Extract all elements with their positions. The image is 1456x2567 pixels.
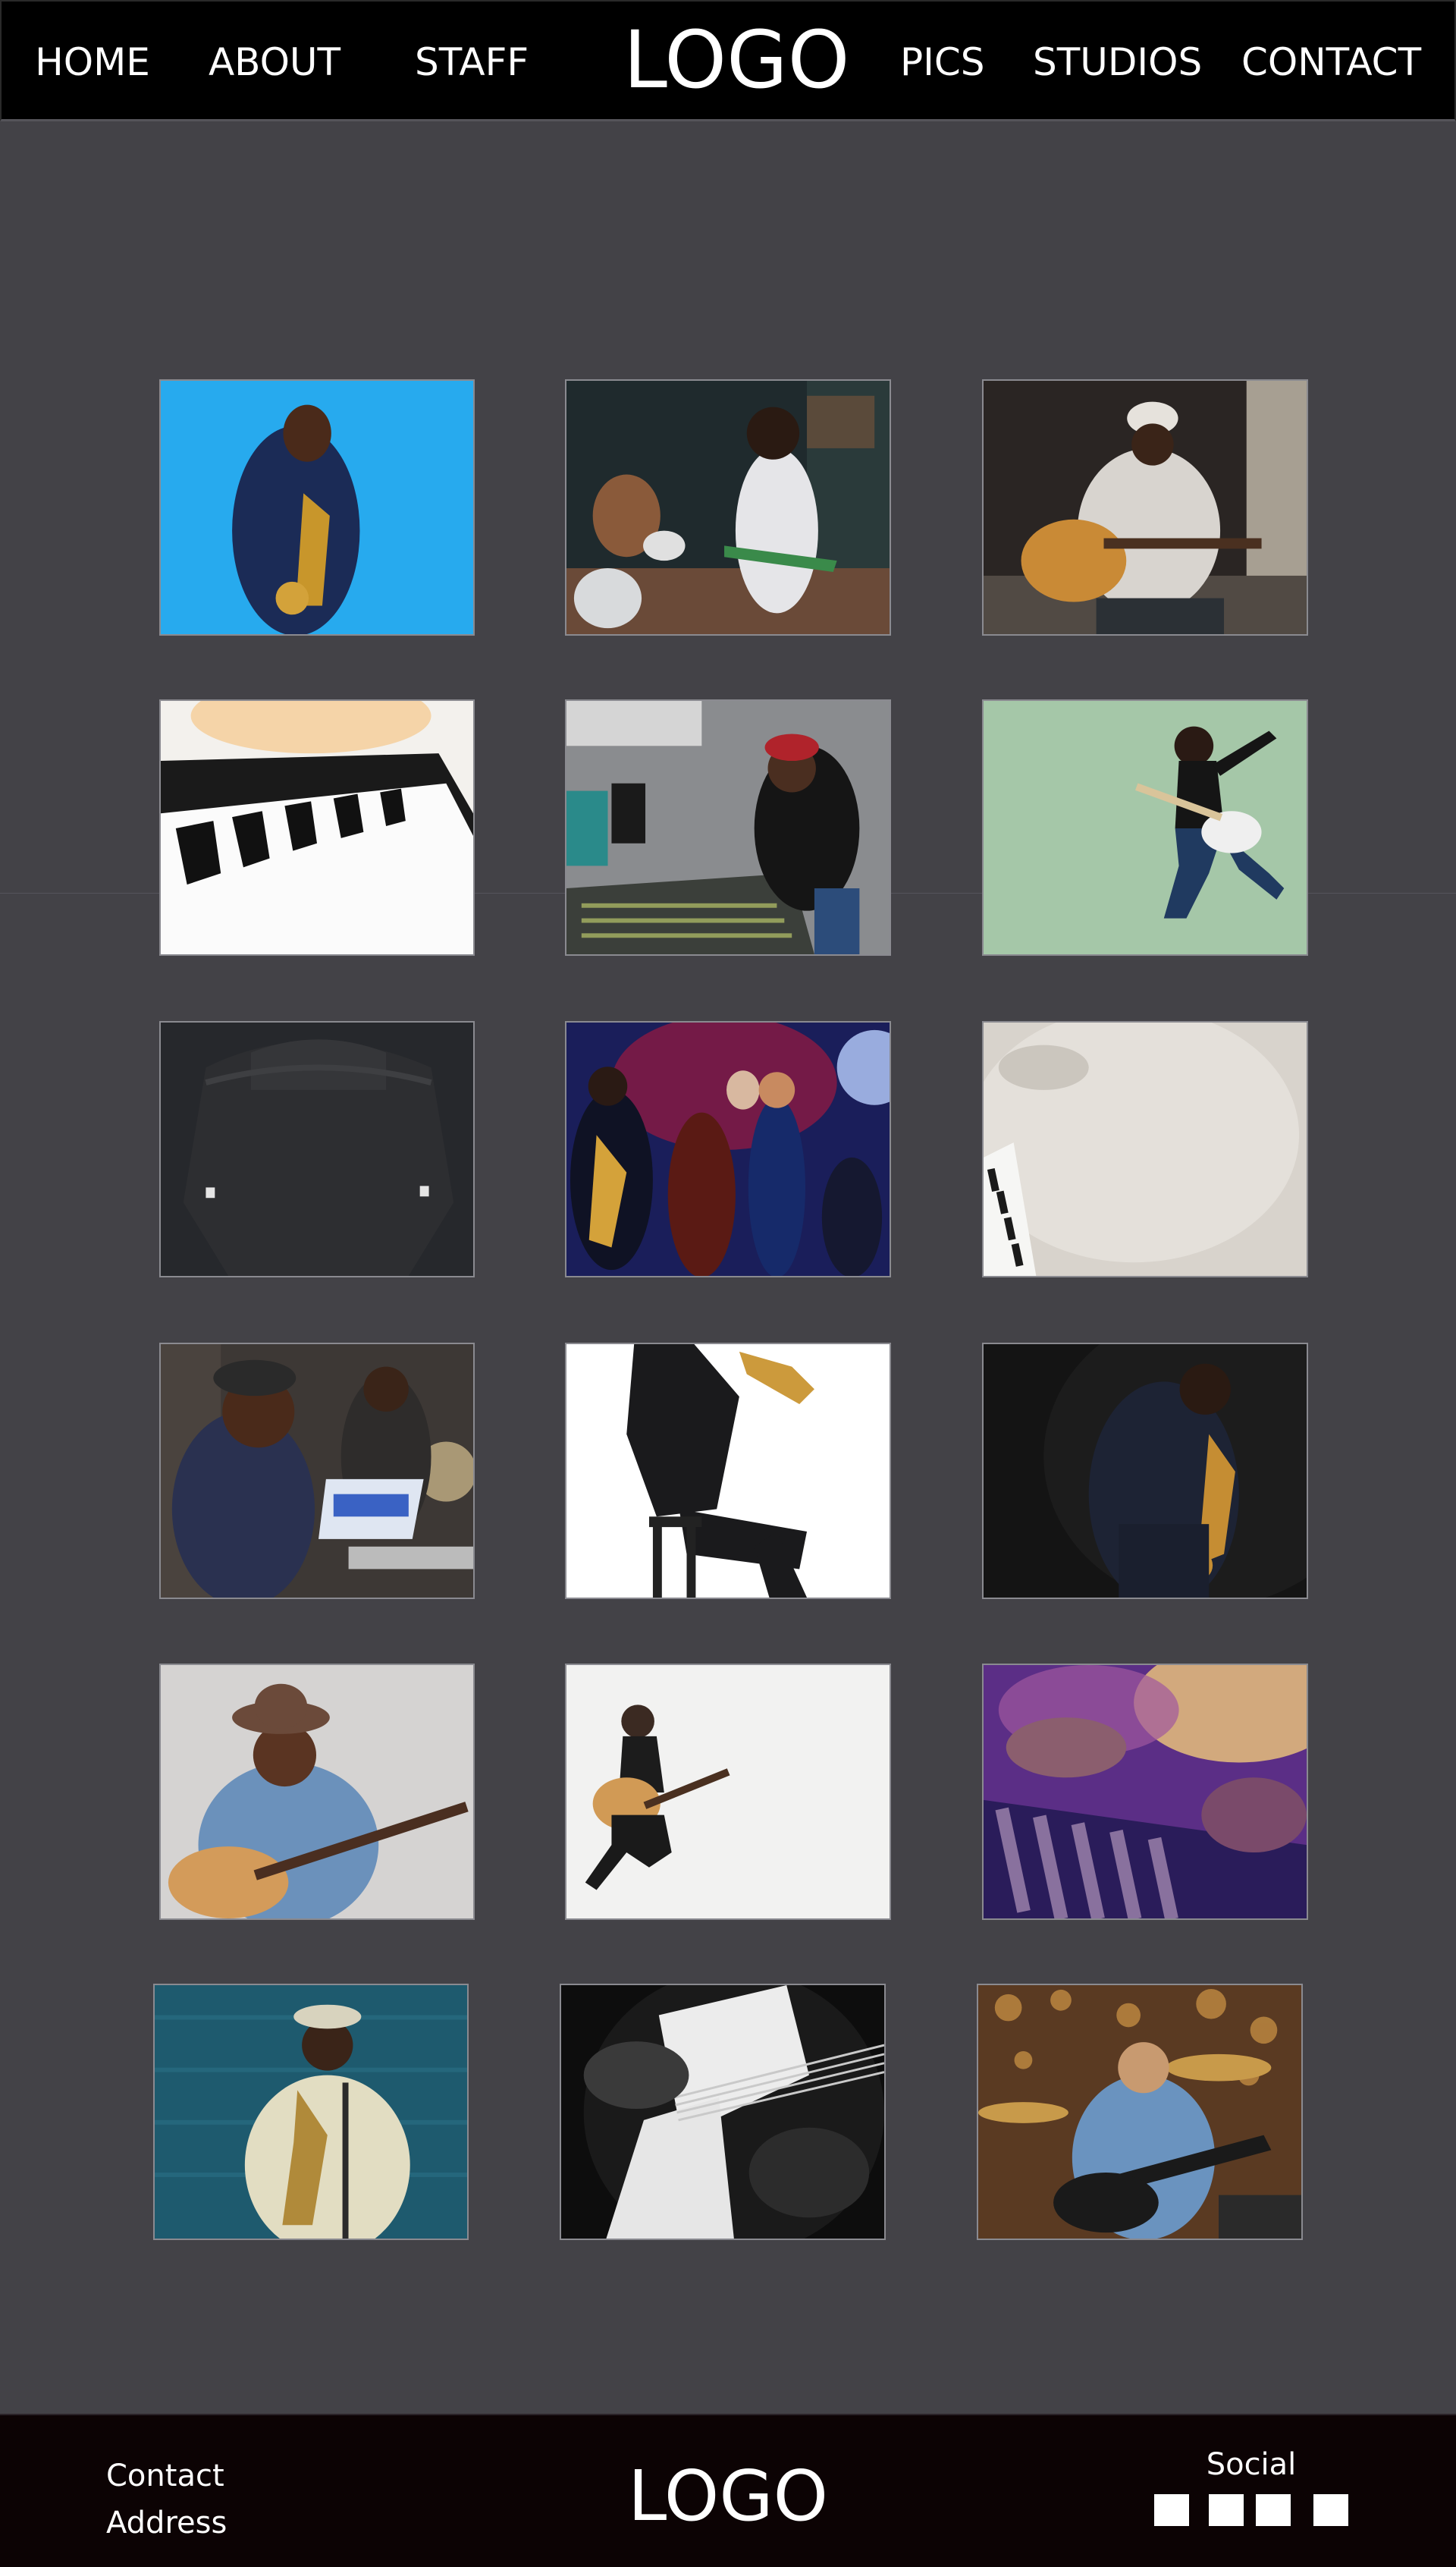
header-logo[interactable]: LOGO (623, 11, 850, 109)
gallery-photo-14[interactable] (565, 1664, 891, 1920)
photo-jazz-band-stage (566, 1023, 890, 1276)
photo-saxophonist-wooden-wall (155, 1985, 467, 2239)
photo-jumping-guitarist (984, 701, 1307, 954)
gallery-photo-13[interactable] (159, 1664, 475, 1920)
gallery-photo-11[interactable] (565, 1343, 891, 1599)
gallery-photo-18[interactable] (977, 1984, 1303, 2240)
gallery-photo-3[interactable] (982, 379, 1308, 636)
gallery-photo-9[interactable] (982, 1021, 1308, 1277)
gallery-photo-6[interactable] (982, 699, 1308, 956)
footer-logo[interactable]: LOGO (622, 2455, 834, 2538)
photo-bass-guitar-closeup (561, 1985, 884, 2239)
social-icon-1[interactable] (1154, 2494, 1189, 2526)
nav-studios-link[interactable]: STUDIOS (1033, 39, 1202, 85)
footer: Contact Address LOGO Social (0, 2414, 1456, 2567)
nav-home-link[interactable]: HOME (32, 39, 153, 85)
social-icon-3[interactable] (1256, 2494, 1291, 2526)
social-icon-4[interactable] (1313, 2494, 1348, 2526)
photo-piano-keys (161, 701, 473, 954)
gallery-photo-4[interactable] (159, 699, 475, 956)
gallery-photo-7[interactable] (159, 1021, 475, 1277)
gallery-photo-8[interactable] (565, 1021, 891, 1277)
footer-contact-link[interactable]: Contact (106, 2457, 224, 2495)
gallery-photo-16[interactable] (153, 1984, 469, 2240)
photo-producer-mixing-console (566, 701, 890, 954)
gallery-photo-1[interactable] (159, 379, 475, 636)
gallery-photo-17[interactable] (560, 1984, 886, 2240)
gallery-photo-5[interactable] (565, 699, 891, 956)
gallery-photo-15[interactable] (982, 1664, 1308, 1920)
photo-dark-shirt (161, 1023, 473, 1276)
social-label: Social (1206, 2447, 1297, 2482)
top-navigation-bar: HOME ABOUT STAFF LOGO PICS STUDIOS CONTA… (0, 0, 1456, 121)
photo-piano-on-concrete (984, 1023, 1307, 1276)
photo-producer-laptop (161, 1344, 473, 1598)
nav-staff-link[interactable]: STAFF (415, 39, 529, 85)
photo-saxophonist-stool (566, 1344, 890, 1598)
gallery-photo-12[interactable] (982, 1343, 1308, 1599)
photo-guitarist-drums-bokeh (978, 1985, 1301, 2239)
nav-about-link[interactable]: ABOUT (206, 39, 343, 85)
social-icon-2[interactable] (1209, 2494, 1244, 2526)
photo-saxophonist-blue (161, 381, 473, 634)
photo-band-rehearsal (566, 381, 890, 634)
photo-jumping-acoustic-guitarist (566, 1665, 890, 1918)
photo-guitarist-brown-hat (161, 1665, 473, 1918)
gallery-photo-10[interactable] (159, 1343, 475, 1599)
nav-contact-link[interactable]: CONTACT (1241, 39, 1421, 85)
photo-saxophonist-dark-suit (984, 1344, 1307, 1598)
nav-pics-link[interactable]: PICS (900, 39, 985, 85)
gallery-photo-2[interactable] (565, 379, 891, 636)
photo-acoustic-guitarist (984, 381, 1307, 634)
footer-address-text: Address (106, 2506, 228, 2540)
photo-purple-keys (984, 1665, 1307, 1918)
